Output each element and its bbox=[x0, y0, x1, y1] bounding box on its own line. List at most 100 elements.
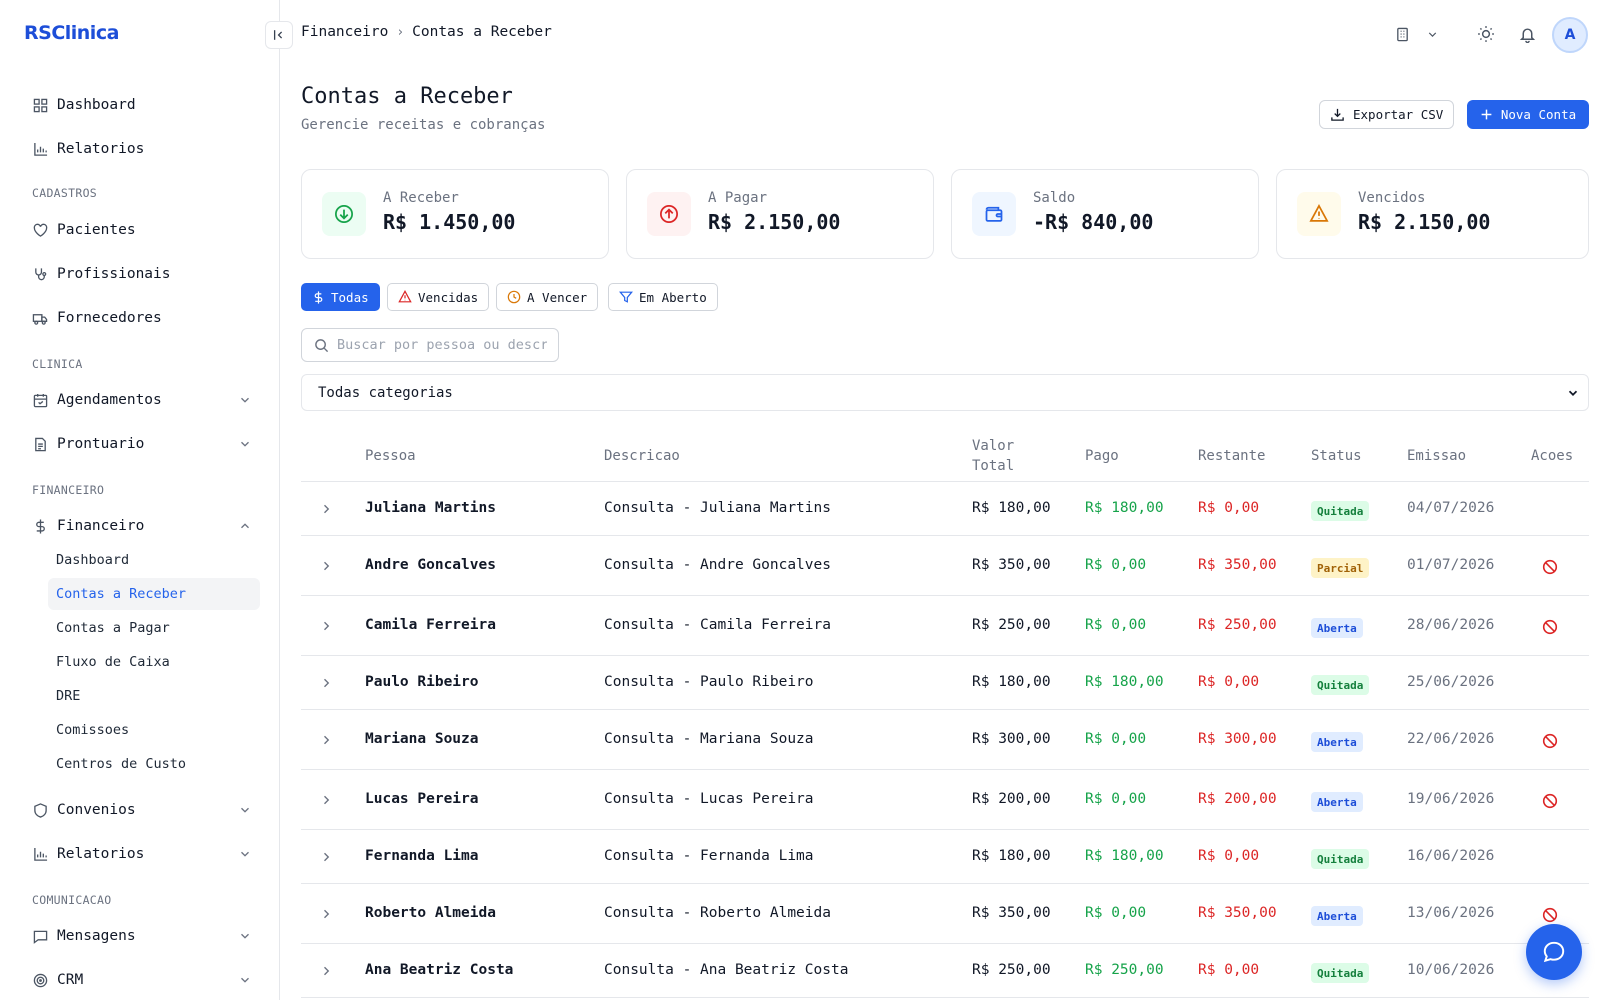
column-header-valor-total[interactable]: Valor Total bbox=[972, 436, 1032, 476]
cell-pessoa: Camila Ferreira bbox=[365, 617, 496, 633]
category-select[interactable]: Todas categorias bbox=[301, 374, 1589, 411]
sidebar-item-pacientes[interactable]: Pacientes bbox=[32, 212, 252, 248]
table-row[interactable]: Juliana Martins Consulta - Juliana Martin… bbox=[301, 482, 1589, 536]
column-header-acoes: Acoes bbox=[1531, 448, 1574, 464]
filter-em-aberto[interactable]: Em Aberto bbox=[608, 283, 718, 311]
sidebar-item-relatorios[interactable]: Relatorios bbox=[32, 131, 252, 167]
cell-valor-total: R$ 250,00 bbox=[972, 617, 1051, 633]
sun-icon[interactable] bbox=[1474, 22, 1498, 46]
sidebar-item-relatorios-2[interactable]: Relatorios bbox=[32, 836, 252, 872]
chevron-right-icon[interactable] bbox=[319, 964, 333, 978]
plus-icon bbox=[1480, 108, 1493, 121]
table-body: Juliana Martins Consulta - Juliana Martin… bbox=[301, 482, 1589, 998]
cell-valor-total: R$ 250,00 bbox=[972, 962, 1051, 978]
sidebar-subitem-comissoes[interactable]: Comissoes bbox=[48, 714, 260, 746]
export-csv-button[interactable]: Exportar CSV bbox=[1319, 100, 1455, 129]
truck-icon bbox=[32, 310, 48, 326]
table-row[interactable]: Fernanda Lima Consulta - Fernanda Lima R$ … bbox=[301, 830, 1589, 884]
chat-button[interactable] bbox=[1526, 924, 1582, 980]
table-row[interactable]: Camila Ferreira Consulta - Camila Ferreir… bbox=[301, 596, 1589, 656]
chevron-right-icon[interactable] bbox=[319, 793, 333, 807]
chevron-right-icon[interactable] bbox=[319, 502, 333, 516]
sidebar-subitem-dre[interactable]: DRE bbox=[48, 680, 260, 712]
sidebar-subitem-fluxo-de-caixa[interactable]: Fluxo de Caixa bbox=[48, 646, 260, 678]
table-row[interactable]: Andre Goncalves Consulta - Andre Goncalve… bbox=[301, 536, 1589, 596]
collapse-sidebar-button[interactable] bbox=[265, 21, 293, 49]
sidebar-item-mensagens[interactable]: Mensagens bbox=[32, 918, 252, 954]
sidebar-item-label: CRM bbox=[57, 972, 84, 988]
column-header-status[interactable]: Status bbox=[1311, 446, 1362, 466]
chevron-right-icon[interactable] bbox=[319, 907, 333, 921]
chevron-right-icon[interactable] bbox=[319, 733, 333, 747]
cell-emissao: 04/07/2026 bbox=[1407, 500, 1495, 516]
column-header-restante[interactable]: Restante bbox=[1198, 446, 1265, 466]
sidebar-subitem-contas-a-pagar[interactable]: Contas a Pagar bbox=[48, 612, 260, 644]
status-badge: Quitada bbox=[1311, 963, 1370, 983]
section-title-clinica: CLINICA bbox=[32, 357, 83, 371]
sidebar-item-profissionais[interactable]: Profissionais bbox=[32, 256, 252, 292]
column-header-pessoa[interactable]: Pessoa bbox=[365, 446, 416, 466]
table-row[interactable]: Ana Beatriz Costa Consulta - Ana Beatriz … bbox=[301, 944, 1589, 998]
search-input[interactable] bbox=[337, 337, 547, 353]
sidebar-item-crm[interactable]: CRM bbox=[32, 962, 252, 998]
sidebar-item-convenios[interactable]: Convenios bbox=[32, 792, 252, 828]
chat-bubble-icon bbox=[1541, 939, 1567, 965]
cell-pessoa: Roberto Almeida bbox=[365, 905, 496, 921]
column-header-pago[interactable]: Pago bbox=[1085, 446, 1119, 466]
cell-descricao: Consulta - Paulo Ribeiro bbox=[604, 674, 814, 690]
table-row[interactable]: Paulo Ribeiro Consulta - Paulo Ribeiro R$ … bbox=[301, 656, 1589, 710]
file-text-icon bbox=[32, 436, 48, 452]
cell-restante: R$ 200,00 bbox=[1198, 791, 1277, 807]
arrow-up-circle-icon bbox=[647, 192, 691, 236]
section-title-cadastros: CADASTROS bbox=[32, 186, 98, 200]
cell-emissao: 22/06/2026 bbox=[1407, 731, 1495, 747]
new-account-button[interactable]: Nova Conta bbox=[1467, 100, 1589, 129]
sidebar-item-agendamentos[interactable]: Agendamentos bbox=[32, 382, 252, 418]
bell-icon[interactable] bbox=[1515, 22, 1539, 46]
column-header-emissao[interactable]: Emissao bbox=[1407, 446, 1466, 466]
chevron-right-icon[interactable] bbox=[319, 676, 333, 690]
cancel-icon[interactable] bbox=[1541, 558, 1559, 576]
filter-todas[interactable]: Todas bbox=[301, 283, 380, 311]
sidebar-item-prontuario[interactable]: Prontuario bbox=[32, 426, 252, 462]
building-icon[interactable] bbox=[1390, 22, 1414, 46]
breadcrumb-item-financeiro[interactable]: Financeiro bbox=[301, 24, 388, 40]
avatar[interactable]: A bbox=[1552, 17, 1588, 53]
status-badge: Aberta bbox=[1311, 732, 1363, 752]
sidebar-subitem-centros-de-custo[interactable]: Centros de Custo bbox=[48, 748, 260, 780]
chevron-right-icon[interactable] bbox=[319, 850, 333, 864]
filter-label: Todas bbox=[331, 289, 369, 305]
table-row[interactable]: Roberto Almeida Consulta - Roberto Almeid… bbox=[301, 884, 1589, 944]
table-header: Pessoa Descricao Valor Total Pago Restan… bbox=[301, 430, 1589, 482]
summary-card-vencidos: Vencidos R$ 2.150,00 bbox=[1276, 169, 1589, 259]
cell-valor-total: R$ 180,00 bbox=[972, 674, 1051, 690]
cell-pago: R$ 180,00 bbox=[1085, 674, 1164, 690]
chevron-right-icon[interactable] bbox=[319, 619, 333, 633]
section-title-comunicacao: COMUNICACAO bbox=[32, 893, 112, 907]
sidebar-subitem-contas-a-receber[interactable]: Contas a Receber bbox=[48, 578, 260, 610]
table-row[interactable]: Lucas Pereira Consulta - Lucas Pereira R$ … bbox=[301, 770, 1589, 830]
status-badge: Aberta bbox=[1311, 618, 1363, 638]
sidebar-item-fornecedores[interactable]: Fornecedores bbox=[32, 300, 252, 336]
filter-vencidas[interactable]: Vencidas bbox=[387, 283, 490, 311]
sidebar-item-financeiro[interactable]: Financeiro bbox=[32, 508, 252, 544]
chevron-down-icon[interactable] bbox=[1420, 22, 1444, 46]
cancel-icon[interactable] bbox=[1541, 906, 1559, 924]
table-row[interactable]: Mariana Souza Consulta - Mariana Souza R$ … bbox=[301, 710, 1589, 770]
search-field[interactable] bbox=[301, 328, 559, 362]
sidebar-subitem-dashboard[interactable]: Dashboard bbox=[48, 544, 260, 576]
app-logo[interactable]: RSClinica bbox=[24, 22, 119, 44]
cell-pessoa: Paulo Ribeiro bbox=[365, 674, 479, 690]
chevron-right-icon[interactable] bbox=[319, 559, 333, 573]
filter-icon bbox=[619, 290, 633, 304]
column-header-descricao[interactable]: Descricao bbox=[604, 446, 680, 466]
cell-restante: R$ 0,00 bbox=[1198, 962, 1260, 978]
cell-pessoa: Ana Beatriz Costa bbox=[365, 962, 514, 978]
sidebar-item-dashboard[interactable]: Dashboard bbox=[32, 87, 252, 123]
cancel-icon[interactable] bbox=[1541, 618, 1559, 636]
filter-a-vencer[interactable]: A Vencer bbox=[496, 283, 599, 311]
cancel-icon[interactable] bbox=[1541, 732, 1559, 750]
cancel-icon[interactable] bbox=[1541, 792, 1559, 810]
heart-icon bbox=[32, 222, 48, 238]
alert-triangle-icon bbox=[1297, 192, 1341, 236]
